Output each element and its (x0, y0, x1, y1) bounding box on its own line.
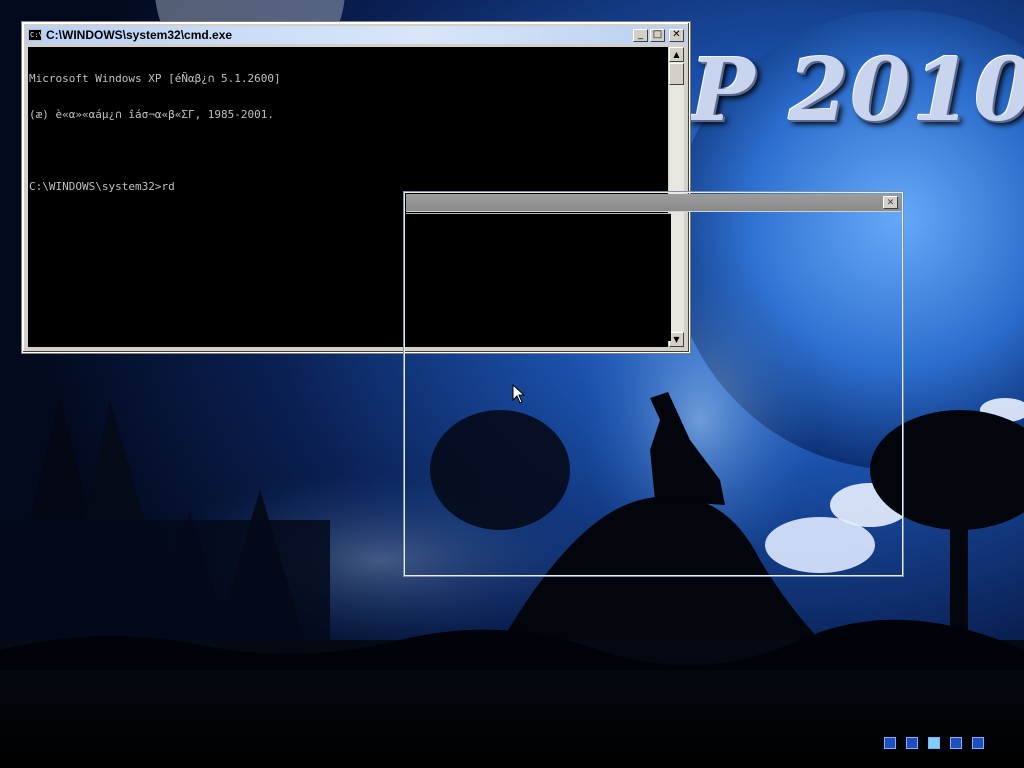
ghost-window-titlebar[interactable]: ✕ (406, 194, 901, 212)
close-button[interactable]: ✕ (669, 28, 684, 42)
ghost-close-button[interactable]: ✕ (883, 196, 898, 209)
tray-block-icon[interactable] (928, 737, 940, 749)
tray-indicators (884, 737, 984, 749)
tray-block-icon[interactable] (972, 737, 984, 749)
wallpaper-brand-text: P 2010 (690, 40, 1024, 141)
maximize-button[interactable]: □ (650, 28, 665, 42)
cmd-window-title: C:\WINDOWS\system32\cmd.exe (46, 28, 233, 42)
console-line: (æ) è«α»«αáµ¿∩ îáσ¬α«β«ΣΓ, 1985-2001. (29, 108, 275, 121)
scroll-up-button[interactable]: ▲ (669, 47, 684, 62)
console-app-icon[interactable]: C:\ (28, 29, 42, 41)
tray-block-icon[interactable] (906, 737, 918, 749)
console-line: Microsoft Windows XP [éÑαβ¿∩ 5.1.2600] (29, 72, 281, 85)
tray-block-icon[interactable] (884, 737, 896, 749)
cmd-titlebar[interactable]: C:\ C:\WINDOWS\system32\cmd.exe _ □ ✕ (26, 26, 686, 44)
tray-block-icon[interactable] (950, 737, 962, 749)
ghost-window-outline[interactable]: ✕ (404, 192, 903, 576)
mouse-cursor-icon (512, 384, 526, 404)
minimize-button[interactable]: _ (633, 28, 648, 42)
scrollbar-thumb[interactable] (669, 63, 684, 85)
ghost-window-content (406, 213, 671, 341)
